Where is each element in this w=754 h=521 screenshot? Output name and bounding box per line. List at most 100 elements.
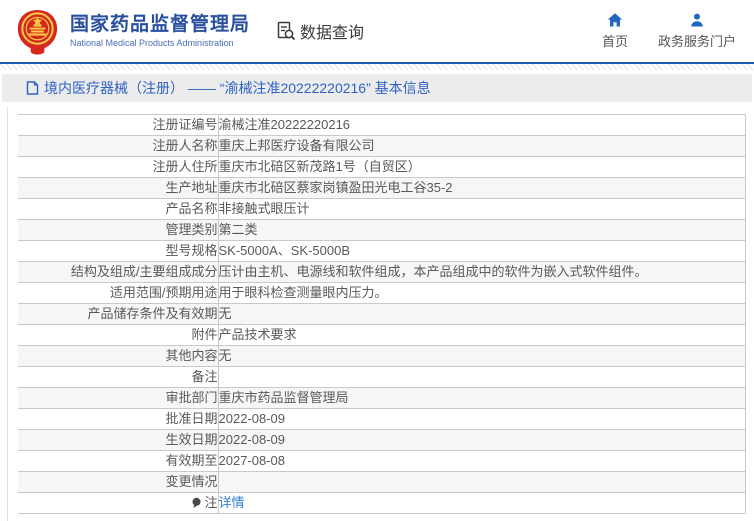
table-row: 管理类别 第二类 bbox=[18, 219, 746, 241]
row-label: 产品储存条件及有效期 bbox=[18, 303, 219, 325]
row-value-text: 2022-08-09 bbox=[218, 432, 286, 447]
row-label-text: 附件 bbox=[191, 327, 218, 342]
agency-name-en: National Medical Products Administration bbox=[70, 38, 234, 48]
row-label-text: 批准日期 bbox=[165, 411, 218, 426]
table-row: 注册人住所 重庆市北碚区新茂路1号（自贸区） bbox=[18, 156, 746, 178]
row-label: 注册人住所 bbox=[18, 156, 219, 178]
row-value: 压计由主机、电源线和软件组成，本产品组成中的软件为嵌入式软件组件。 bbox=[218, 261, 746, 283]
row-label-text: 管理类别 bbox=[165, 222, 218, 237]
detail-link[interactable]: 详情 bbox=[219, 495, 245, 510]
row-value: 重庆上邦医疗设备有限公司 bbox=[218, 135, 746, 157]
data-query-tab[interactable]: 数据查询 bbox=[276, 19, 364, 43]
user-icon bbox=[689, 12, 705, 28]
row-value: 非接触式眼压计 bbox=[218, 198, 746, 220]
row-value: 第二类 bbox=[218, 219, 746, 241]
data-query-label: 数据查询 bbox=[300, 25, 365, 42]
row-label: 注 bbox=[18, 492, 219, 514]
row-label: 备注 bbox=[18, 366, 219, 388]
row-value bbox=[218, 366, 746, 388]
row-value: 重庆市药品监督管理局 bbox=[218, 387, 746, 409]
agency-titles: 国家药品监督管理局 National Medical Products Admi… bbox=[70, 13, 250, 49]
row-value: 详情 bbox=[218, 492, 746, 514]
row-value-text: 第二类 bbox=[218, 222, 258, 237]
table-row: 型号规格 SK-5000A、SK-5000B bbox=[18, 240, 746, 262]
national-emblem-icon bbox=[14, 8, 61, 55]
table-row: 生效日期 2022-08-09 bbox=[18, 429, 746, 451]
table-row: 生产地址 重庆市北碚区蔡家岗镇盈田光电工谷35-2 bbox=[18, 177, 746, 199]
nav-portal[interactable]: 政务服务门户 bbox=[658, 12, 736, 50]
row-label: 其他内容 bbox=[18, 345, 219, 367]
row-label: 产品名称 bbox=[18, 198, 219, 220]
data-query-icon bbox=[276, 21, 296, 41]
row-label-text: 注册人名称 bbox=[152, 138, 218, 153]
table-row: 附件 产品技术要求 bbox=[18, 324, 746, 346]
breadcrumb-text: 境内医疗器械（注册） —— “渝械注准20222220216” 基本信息 bbox=[44, 80, 431, 96]
row-value: 无 bbox=[218, 303, 746, 325]
table-row: 产品名称 非接触式眼压计 bbox=[18, 198, 746, 220]
row-label-text: 产品名称 bbox=[165, 201, 218, 216]
row-label-text: 结构及组成/主要组成成分 bbox=[70, 264, 218, 279]
table-row: 批准日期 2022-08-09 bbox=[18, 408, 746, 430]
row-label-text: 注册证编号 bbox=[152, 117, 218, 132]
row-value: 2022-08-09 bbox=[218, 429, 746, 451]
table-row: 注册人名称 重庆上邦医疗设备有限公司 bbox=[18, 135, 746, 157]
row-value-text: 无 bbox=[218, 348, 232, 363]
site-header: 国家药品监督管理局 National Medical Products Admi… bbox=[0, 0, 754, 64]
page: 国家药品监督管理局 National Medical Products Admi… bbox=[0, 0, 754, 521]
row-value-text: 2022-08-09 bbox=[218, 411, 286, 426]
table-row: 适用范围/预期用途 用于眼科检查测量眼内压力。 bbox=[18, 282, 746, 304]
row-label: 管理类别 bbox=[18, 219, 219, 241]
row-label-text: 产品储存条件及有效期 bbox=[87, 306, 218, 321]
row-label: 生产地址 bbox=[18, 177, 219, 199]
agency-name: 国家药品监督管理局 bbox=[70, 14, 251, 35]
table-row: 结构及组成/主要组成成分 压计由主机、电源线和软件组成，本产品组成中的软件为嵌入式… bbox=[18, 261, 746, 283]
row-value-text: 重庆市北碚区新茂路1号（自贸区） bbox=[218, 159, 421, 174]
row-label: 有效期至 bbox=[18, 450, 219, 472]
row-label: 结构及组成/主要组成成分 bbox=[18, 261, 219, 283]
row-value: 2022-08-09 bbox=[218, 408, 746, 430]
row-label-text: 注册人住所 bbox=[152, 159, 218, 174]
nav-home[interactable]: 首页 bbox=[602, 12, 628, 50]
row-value-text: 非接触式眼压计 bbox=[218, 201, 310, 216]
content-panel: 注册证编号 渝械注准20222220216 注册人名称 重庆上邦医疗设备有限公司 注册人… bbox=[7, 107, 746, 521]
header-divider bbox=[0, 64, 754, 70]
nav-portal-label: 政务服务门户 bbox=[657, 34, 736, 49]
table-row: 注详情 bbox=[18, 492, 746, 514]
row-value-text: 产品技术要求 bbox=[218, 327, 297, 342]
row-label-text: 有效期至 bbox=[165, 453, 218, 468]
row-value bbox=[218, 471, 746, 493]
row-value-text: 渝械注准20222220216 bbox=[218, 117, 351, 132]
row-value-text: SK-5000A、SK-5000B bbox=[218, 243, 351, 258]
row-label: 注册证编号 bbox=[18, 114, 219, 136]
row-value-text: 2027-08-08 bbox=[218, 453, 286, 468]
breadcrumb: 境内医疗器械（注册） —— “渝械注准20222220216” 基本信息 bbox=[2, 74, 752, 102]
row-label: 附件 bbox=[18, 324, 219, 346]
nav-home-label: 首页 bbox=[601, 34, 628, 49]
row-label: 适用范围/预期用途 bbox=[18, 282, 219, 304]
row-label: 审批部门 bbox=[18, 387, 219, 409]
row-label: 注册人名称 bbox=[18, 135, 219, 157]
row-value: 用于眼科检查测量眼内压力。 bbox=[218, 282, 746, 304]
detail-table-body: 注册证编号 渝械注准20222220216 注册人名称 重庆上邦医疗设备有限公司 注册人… bbox=[18, 114, 746, 514]
row-value: 重庆市北碚区新茂路1号（自贸区） bbox=[218, 156, 746, 178]
row-label-text: 其他内容 bbox=[165, 348, 218, 363]
detail-table: 注册证编号 渝械注准20222220216 注册人名称 重庆上邦医疗设备有限公司 注册人… bbox=[18, 114, 746, 514]
row-label-text: 生产地址 bbox=[165, 180, 218, 195]
table-row: 注册证编号 渝械注准20222220216 bbox=[18, 114, 746, 136]
row-label-text: 适用范围/预期用途 bbox=[109, 285, 218, 300]
row-label-text: 审批部门 bbox=[165, 390, 218, 405]
row-value: 无 bbox=[218, 345, 746, 367]
row-value-text: 无 bbox=[218, 306, 232, 321]
row-label-text: 生效日期 bbox=[165, 432, 218, 447]
table-row: 有效期至 2027-08-08 bbox=[18, 450, 746, 472]
document-icon bbox=[26, 81, 39, 95]
row-value-text: 重庆市药品监督管理局 bbox=[218, 390, 349, 405]
note-balloon-icon bbox=[191, 495, 204, 510]
header-nav: 首页 政务服务门户 bbox=[602, 12, 742, 50]
table-row: 产品储存条件及有效期无 bbox=[18, 303, 746, 325]
row-label-text: 型号规格 bbox=[165, 243, 218, 258]
row-value: 重庆市北碚区蔡家岗镇盈田光电工谷35-2 bbox=[218, 177, 746, 199]
row-value-text: 重庆上邦医疗设备有限公司 bbox=[218, 138, 375, 153]
row-label: 变更情况 bbox=[18, 471, 219, 493]
row-value-text: 压计由主机、电源线和软件组成，本产品组成中的软件为嵌入式软件组件。 bbox=[218, 264, 648, 279]
